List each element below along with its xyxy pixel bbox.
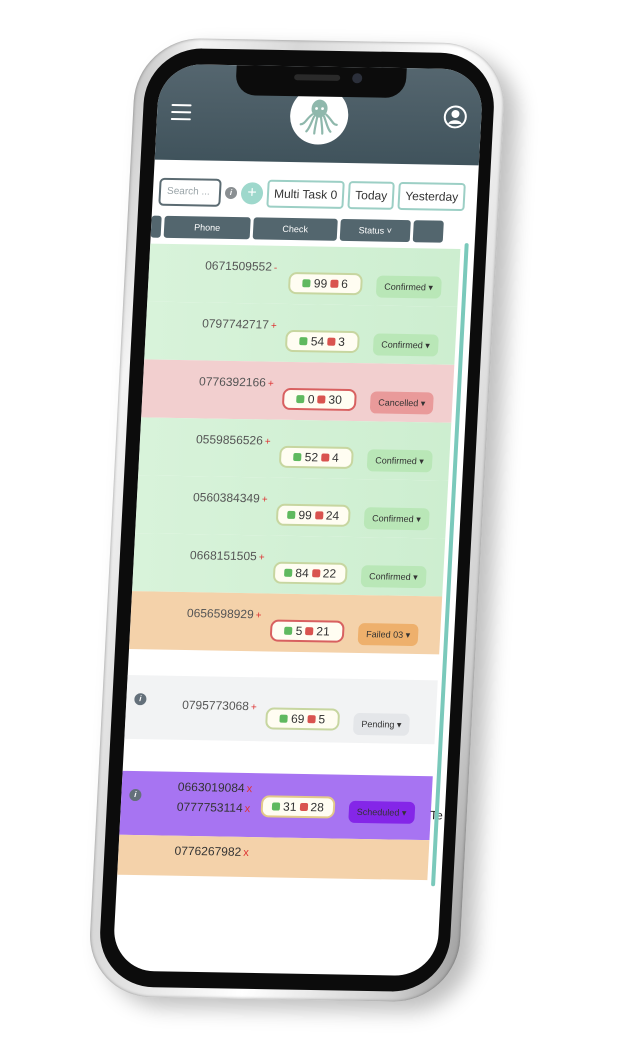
table-row[interactable]: 0776392166+ 0 30 Cancelled ▾ <box>141 359 455 423</box>
phone-number[interactable]: 0560384349+ <box>193 490 268 505</box>
hamburger-icon[interactable] <box>170 104 192 121</box>
phone-device: Search ... i + Multi Task 0 Today Yester… <box>86 37 508 1003</box>
success-icon <box>296 395 306 404</box>
check-badge[interactable]: 84 22 <box>272 561 348 585</box>
phone-number[interactable]: 0776392166+ <box>199 374 274 389</box>
phone-number-secondary[interactable]: 0777753114x <box>176 800 250 815</box>
phone-number[interactable]: 0776267982x <box>174 844 249 859</box>
check-badge[interactable]: 0 30 <box>281 387 357 412</box>
success-icon <box>271 802 281 811</box>
table-row[interactable]: 0560384349+ 99 24 Confirmed ▾ <box>135 475 449 539</box>
status-dropdown[interactable]: Confirmed ▾ <box>360 565 427 589</box>
success-icon <box>279 714 289 723</box>
fail-icon <box>330 279 339 288</box>
success-icon <box>284 626 293 635</box>
table-row[interactable]: 0797742717+ 54 3 Confirmed ▾ <box>144 301 458 365</box>
success-icon <box>287 510 296 519</box>
toolbar: Search ... i + Multi Task 0 Today Yester… <box>152 172 478 218</box>
status-dropdown[interactable]: Cancelled ▾ <box>369 391 434 415</box>
info-icon[interactable]: i <box>224 186 238 200</box>
table-row[interactable]: i 0795773068+ 69 5 Pending ▾ <box>124 674 438 745</box>
fail-icon <box>326 337 336 346</box>
column-extra[interactable] <box>412 220 444 243</box>
table-row[interactable]: 0656598929+ 5 21 Failed 03 ▾ <box>129 591 443 655</box>
table-row[interactable]: 0671509552- 99 6 Confirmed ▾ <box>147 243 461 307</box>
check-badge[interactable]: 69 5 <box>264 707 341 731</box>
check-badge[interactable]: 54 3 <box>284 329 360 354</box>
user-circle-icon[interactable] <box>443 105 468 129</box>
check-badge[interactable]: 31 28 <box>260 795 336 819</box>
phone-number[interactable]: 0797742717+ <box>202 316 277 331</box>
add-button[interactable]: + <box>240 182 264 205</box>
fail-icon <box>307 715 316 724</box>
column-spacer <box>150 215 162 238</box>
check-badge[interactable]: 99 24 <box>275 503 351 527</box>
success-icon <box>284 568 293 577</box>
table-row[interactable]: 0559856526+ 52 4 Confirmed ▾ <box>138 417 452 481</box>
phone-number[interactable]: 0656598929+ <box>187 606 262 621</box>
check-badge[interactable]: 52 4 <box>278 445 354 469</box>
success-icon <box>293 452 302 462</box>
status-dropdown[interactable]: Confirmed ▾ <box>366 449 433 473</box>
phone-number[interactable]: 0663019084x <box>178 780 253 795</box>
octopus-icon <box>299 99 338 135</box>
phone-number[interactable]: 0671509552- <box>205 259 278 274</box>
status-dropdown[interactable]: Scheduled ▾ <box>348 800 415 824</box>
today-button[interactable]: Today <box>347 181 396 210</box>
table-row[interactable]: i 0663019084x 0777753114x 31 28 Scheduled… <box>119 770 443 841</box>
fail-icon <box>320 453 330 462</box>
phone-number[interactable]: 0559856526+ <box>196 432 271 447</box>
multi-task-button[interactable]: Multi Task 0 <box>266 179 345 209</box>
camera-icon <box>351 73 363 84</box>
fail-icon <box>311 569 320 578</box>
yesterday-button[interactable]: Yesterday <box>397 181 466 212</box>
check-badge[interactable]: 99 6 <box>287 271 364 296</box>
info-icon[interactable]: i <box>129 788 142 802</box>
phone-screen: Search ... i + Multi Task 0 Today Yester… <box>112 63 484 977</box>
phone-number[interactable]: 0668151505+ <box>190 548 265 563</box>
check-badge[interactable]: 5 21 <box>269 619 345 643</box>
status-dropdown[interactable]: Confirmed ▾ <box>375 275 442 299</box>
row-gap <box>123 739 435 776</box>
phone-number[interactable]: 0795773068+ <box>182 698 257 713</box>
stage: Search ... i + Multi Task 0 Today Yester… <box>0 0 617 1060</box>
success-icon <box>302 279 312 288</box>
column-phone[interactable]: Phone <box>163 215 251 240</box>
fail-icon <box>299 802 308 812</box>
table-header: Phone Check Status ˅ <box>150 215 476 244</box>
orders-table: 0671509552- 99 6 Confirmed ▾ 0797742717+ … <box>117 243 461 881</box>
fail-icon <box>305 627 314 636</box>
speaker-grille <box>294 74 341 81</box>
fail-icon <box>314 511 323 520</box>
search-input[interactable]: Search ... <box>158 177 222 207</box>
status-dropdown[interactable]: Confirmed ▾ <box>372 333 439 357</box>
status-dropdown[interactable]: Failed 03 ▾ <box>357 623 419 647</box>
fail-icon <box>317 395 326 404</box>
success-icon <box>299 337 309 346</box>
column-status[interactable]: Status ˅ <box>339 218 411 243</box>
info-icon[interactable]: i <box>134 693 147 706</box>
notch <box>235 65 407 99</box>
table-row[interactable]: 0776267982x <box>117 834 430 881</box>
status-dropdown[interactable]: Pending ▾ <box>352 712 411 736</box>
table-row[interactable]: 0668151505+ 84 22 Confirmed ▾ <box>132 533 446 597</box>
status-dropdown[interactable]: Confirmed ▾ <box>363 507 430 531</box>
column-check[interactable]: Check <box>252 217 338 241</box>
